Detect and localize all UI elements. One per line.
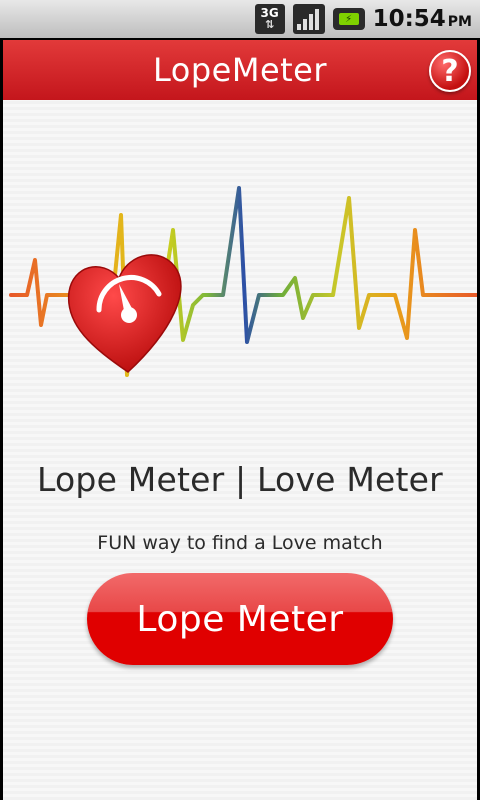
heart-gauge-icon	[67, 254, 182, 373]
heartbeat-logo	[9, 186, 477, 377]
signal-icon	[292, 4, 325, 34]
clock: 10:54 PM	[373, 6, 472, 32]
help-button[interactable]: ?	[429, 50, 471, 92]
headline: Lope Meter | Love Meter	[37, 460, 443, 499]
3g-icon: 3G ⇅	[254, 4, 285, 34]
lope-meter-button-label: Lope Meter	[136, 598, 344, 640]
data-arrows-icon: ⇅	[264, 18, 275, 31]
app-window: LopeMeter ? Lope Meter | Love Meter FUN …	[3, 40, 477, 800]
title-bar: LopeMeter ?	[3, 40, 477, 100]
battery-level: ⚡	[338, 13, 359, 25]
clock-time: 10:54	[372, 6, 446, 32]
lope-meter-button[interactable]: Lope Meter	[87, 573, 393, 665]
app-title: LopeMeter	[152, 51, 328, 89]
battery-charging-icon: ⚡	[332, 8, 365, 30]
status-icons: 3G ⇅ ⚡ 10:54 PM	[254, 4, 472, 34]
help-icon: ?	[441, 53, 459, 89]
status-bar: 3G ⇅ ⚡ 10:54 PM	[0, 0, 480, 38]
clock-ampm: PM	[447, 14, 472, 30]
tagline: FUN way to find a Love match	[97, 532, 383, 554]
